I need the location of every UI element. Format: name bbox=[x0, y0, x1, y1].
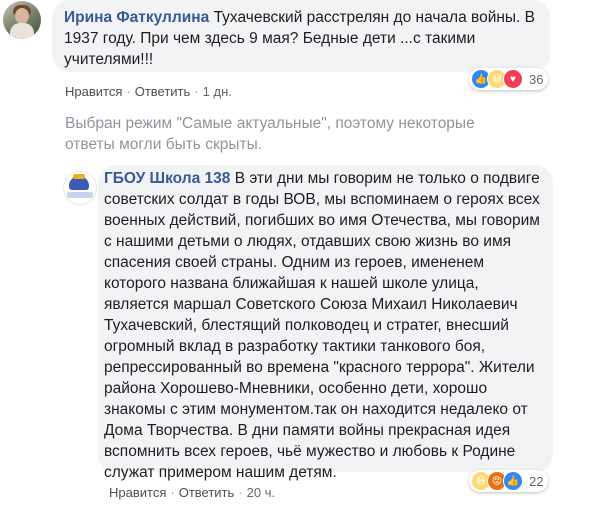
comment-2-like-link[interactable]: Нравится bbox=[109, 485, 166, 500]
comment-1-reply-link[interactable]: Ответить bbox=[135, 84, 191, 99]
comment-1-reactions[interactable]: 👍 😆 ♥ 36 bbox=[469, 68, 549, 90]
avatar-irina[interactable] bbox=[3, 1, 41, 39]
comment-2-text: В эти дни мы говорим не только о подвиге… bbox=[104, 170, 540, 481]
comment-1-time[interactable]: 1 дн. bbox=[203, 84, 232, 99]
comment-1-reaction-count: 36 bbox=[529, 71, 544, 87]
comment-2-reactions[interactable]: 😆 😡 👍 22 bbox=[469, 470, 549, 492]
comment-1-author[interactable]: Ирина Фаткуллина bbox=[64, 9, 209, 26]
comment-2-actions: Нравится · Ответить · 20 ч. bbox=[109, 485, 276, 500]
comment-1-like-link[interactable]: Нравится bbox=[65, 84, 122, 99]
like-icon: 👍 bbox=[503, 471, 523, 491]
comment-2-reply-link[interactable]: Ответить bbox=[179, 485, 235, 500]
comment-1-actions: Нравится · Ответить · 1 дн. bbox=[65, 84, 232, 99]
sorting-notice: Выбран режим "Самые актуальные", поэтому… bbox=[65, 115, 475, 153]
comment-2-reaction-count: 22 bbox=[529, 473, 544, 489]
comment-2-body: ГБОУ Школа 138 В эти дни мы говорим не т… bbox=[104, 168, 544, 483]
comment-2-author[interactable]: ГБОУ Школа 138 bbox=[104, 170, 230, 187]
comment-1-body: Ирина Фаткуллина Тухачевский расстрелян … bbox=[64, 7, 544, 70]
avatar-school[interactable] bbox=[63, 171, 97, 205]
comment-2-time[interactable]: 20 ч. bbox=[247, 485, 275, 500]
love-icon: ♥ bbox=[503, 69, 523, 89]
